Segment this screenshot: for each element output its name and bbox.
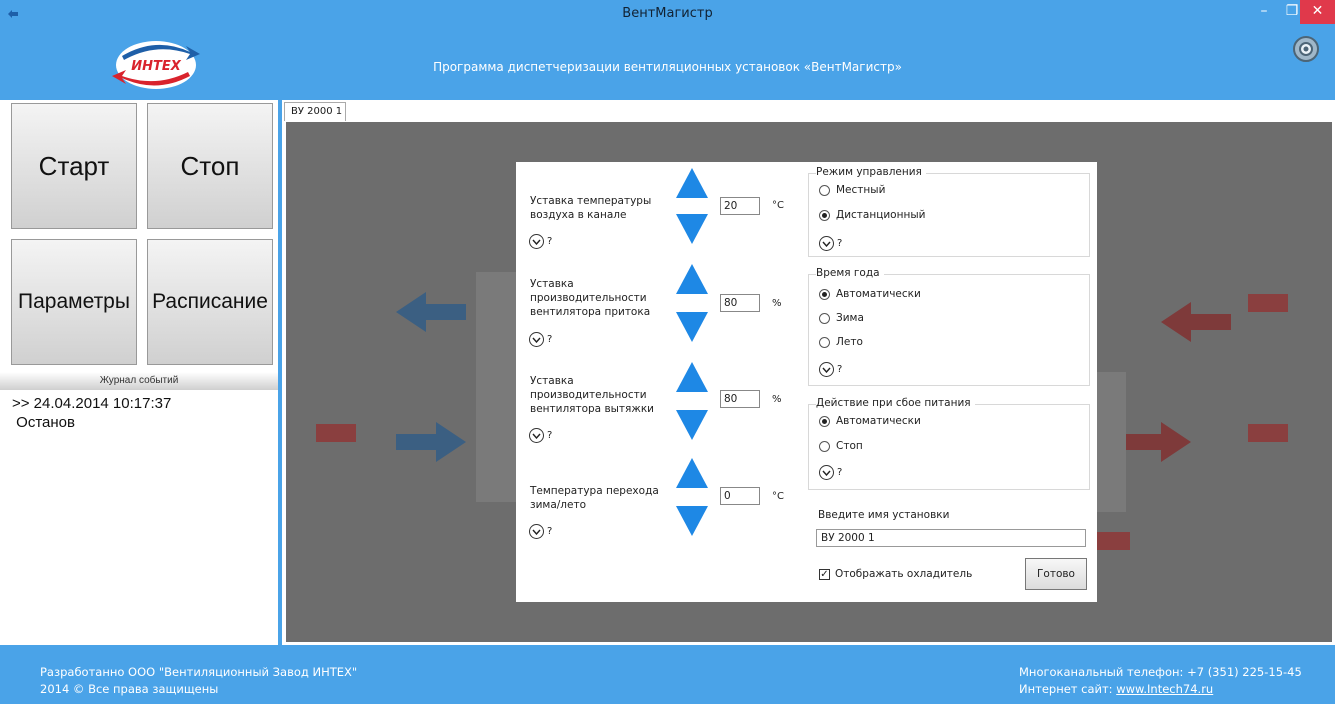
radio-label: Автоматически [836,288,921,300]
chevron-down-icon [819,465,834,480]
exhaust-fan-help[interactable]: ? [529,428,552,443]
radio-remote[interactable]: Дистанционный [819,209,925,221]
exhaust-fan-input[interactable]: 80 [720,390,760,408]
season-temp-help[interactable]: ? [529,524,552,539]
show-cooler-label: Отображать охладитель [835,568,973,580]
footer-site-label: Интернет сайт: [1019,682,1117,696]
website-link[interactable]: www.Intech74.ru [1116,682,1213,696]
radio-circle [819,209,830,221]
parameters-button[interactable]: Параметры [11,239,137,365]
chevron-down-icon [819,362,834,377]
exhaust-fan-label: Уставка производительности вентилятора в… [530,375,654,415]
radio-season-auto[interactable]: Автоматически [819,288,921,300]
event-log: >> 24.04.2014 10:17:37 Останов [12,394,171,432]
app-subtitle: Программа диспетчеризации вентиляционных… [433,60,902,74]
footer-rights: 2014 © Все права защищены [40,682,219,696]
season-temp-input[interactable]: 0 [720,487,760,505]
window-title: ВентМагистр [622,6,713,21]
title-bar: ВентМагистр – ❐ ✕ [0,0,1335,30]
season-temp-label: Температура перехода зима/лето [530,485,659,511]
radio-season-summer[interactable]: Лето [819,336,863,348]
footer-site: Интернет сайт: www.Intech74.ru [1019,681,1302,698]
supply-fan-increase-button[interactable] [676,264,708,294]
done-button[interactable]: Готово [1025,558,1087,590]
radio-label: Стоп [836,440,863,452]
radio-circle [819,440,830,452]
chevron-down-icon [529,234,544,249]
app-header: ИНТЕХ Программа диспетчеризации вентиляц… [0,30,1335,100]
exhaust-fan-decrease-button[interactable] [676,410,708,440]
chevron-down-icon [819,236,834,251]
control-mode-help[interactable]: ? [819,236,842,251]
season-temp-increase-button[interactable] [676,458,708,488]
radio-circle [819,184,830,196]
supply-fan-unit: % [772,298,782,309]
stop-button[interactable]: Стоп [147,103,273,229]
radio-label: Дистанционный [836,209,926,221]
power-fail-help[interactable]: ? [819,465,842,480]
temp-decrease-button[interactable] [676,214,708,244]
radio-power-stop[interactable]: Стоп [819,440,863,452]
gear-icon[interactable] [1291,34,1321,64]
radio-local[interactable]: Местный [819,184,885,196]
help-mark: ? [547,334,553,345]
radio-circle [819,336,830,348]
supply-fan-help[interactable]: ? [529,332,552,347]
exhaust-fan-increase-button[interactable] [676,362,708,392]
radio-label: Лето [836,336,863,348]
help-mark: ? [837,238,843,249]
radio-circle [819,415,830,427]
schedule-button[interactable]: Расписание [147,239,273,365]
help-mark: ? [547,430,553,441]
season-temp-unit: °C [772,491,784,502]
radio-power-auto[interactable]: Автоматически [819,415,921,427]
radio-season-winter[interactable]: Зима [819,312,864,324]
event-log-title: Журнал событий [0,372,278,390]
temp-increase-button[interactable] [676,168,708,198]
footer-developer: Разработанно ООО "Вентиляционный Завод И… [40,665,358,679]
chevron-down-icon [529,524,544,539]
control-mode-title: Режим управления [816,166,926,178]
app-footer: Разработанно ООО "Вентиляционный Завод И… [0,645,1335,704]
footer-copyright: Разработанно ООО "Вентиляционный Завод И… [40,664,357,698]
checkmark-icon: ✓ [819,568,830,580]
unit-name-label: Введите имя установки [818,509,950,521]
supply-fan-label: Уставка производительности вентилятора п… [530,278,651,318]
settings-dialog: Уставка температуры воздуха в канале ? 2… [516,162,1097,602]
footer-contacts: Многоканальный телефон: +7 (351) 225-15-… [1019,664,1302,698]
close-button[interactable]: ✕ [1300,0,1335,24]
radio-label: Автоматически [836,415,921,427]
radio-label: Зима [836,312,864,324]
help-mark: ? [837,364,843,375]
footer-phone: Многоканальный телефон: +7 (351) 225-15-… [1019,665,1302,679]
event-log-time: >> 24.04.2014 10:17:37 [12,395,172,412]
supply-fan-input[interactable]: 80 [720,294,760,312]
unit-name-input[interactable]: ВУ 2000 1 [816,529,1086,547]
temp-setpoint-input[interactable]: 20 [720,197,760,215]
temp-unit: °C [772,200,784,211]
help-mark: ? [547,236,553,247]
show-cooler-checkbox[interactable]: ✓ Отображать охладитель [819,568,972,580]
radio-circle [819,288,830,300]
event-log-message: Останов [12,414,75,431]
help-mark: ? [837,467,843,478]
tab-unit[interactable]: ВУ 2000 1 [284,102,346,121]
start-button[interactable]: Старт [11,103,137,229]
control-panel: Старт Стоп Параметры Расписание Журнал с… [0,100,278,645]
temp-setpoint-help[interactable]: ? [529,234,552,249]
radio-circle [819,312,830,324]
chevron-down-icon [529,428,544,443]
exhaust-fan-unit: % [772,394,782,405]
radio-label: Местный [836,184,886,196]
power-fail-title: Действие при сбое питания [816,397,975,409]
supply-fan-decrease-button[interactable] [676,312,708,342]
chevron-down-icon [529,332,544,347]
help-mark: ? [547,526,553,537]
season-help[interactable]: ? [819,362,842,377]
season-temp-decrease-button[interactable] [676,506,708,536]
temp-setpoint-label: Уставка температуры воздуха в канале [530,195,652,221]
season-title: Время года [816,267,884,279]
